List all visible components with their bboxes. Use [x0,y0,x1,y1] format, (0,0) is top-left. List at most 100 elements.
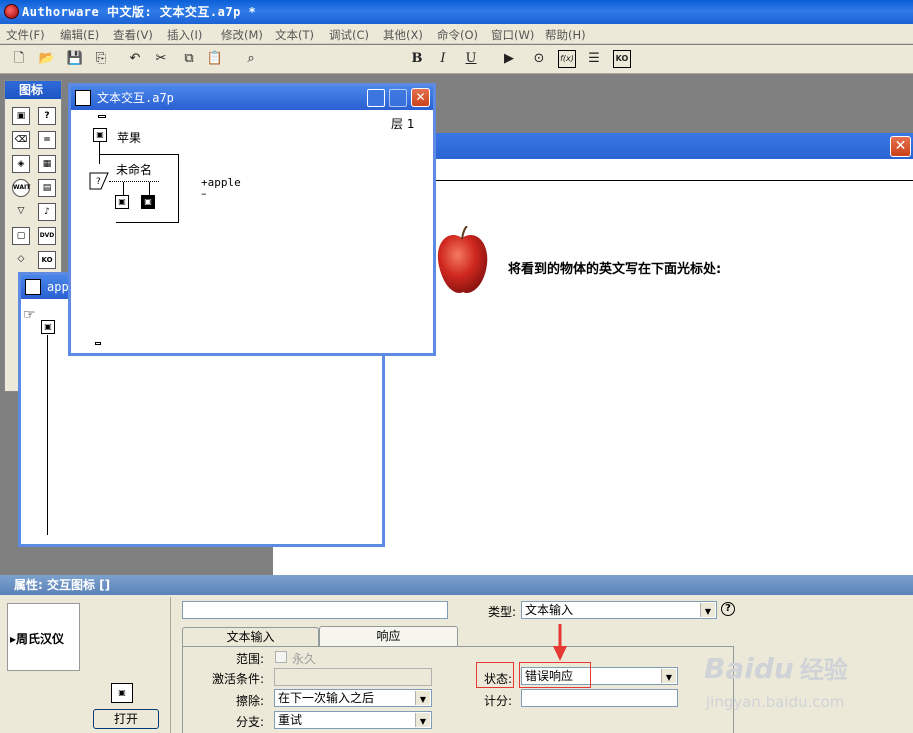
toolbar: 🗋 📂 💾 ⎘ ↶ ✂ ⧉ 📋 ⌕ ▼ B I U ▶ ⊙ f(x) ☰ KO [0,45,913,114]
activate-field[interactable] [274,668,432,686]
tab-response[interactable]: 响应 [319,626,458,647]
framework-icon[interactable]: ▢ [12,227,30,245]
level-indicator: 层 1 [391,117,415,131]
chevron-down-icon: ▼ [415,713,430,727]
preview-text: ▸周氏汉仪 [10,632,65,646]
app-title: Authorware 中文版: 文本交互.a7p * [22,5,257,19]
menu-edit[interactable]: 编辑(E) [60,27,99,43]
response-map-selected-icon[interactable]: ▣ [141,195,155,209]
properties-title: 属性: 交互图标 [] [0,575,913,595]
response-text: apple [207,176,241,189]
functions-button[interactable]: f(x) [558,50,576,68]
display-node-icon[interactable]: ▣ [93,128,107,142]
save-all-icon[interactable]: 💾 [66,50,84,68]
cut-icon[interactable]: ✂ [152,50,170,68]
decision-icon[interactable]: ? [38,107,56,125]
erase-icon[interactable]: ⌫ [12,131,30,149]
red-arrow-annotation [553,624,567,662]
italic-button[interactable]: I [434,50,452,68]
maximize-button[interactable] [389,89,407,107]
menu-insert[interactable]: 插入(I) [167,27,202,43]
response-label: +apple [201,176,241,189]
flow-node-icon[interactable]: ▣ [41,320,55,334]
interaction-node-label: 未命名 [116,163,153,177]
menu-commands[interactable]: 命令(O) [437,27,478,43]
icon-name-field[interactable] [182,601,448,619]
panel-divider [170,597,171,733]
baidu-url: jingyan.baidu.com [706,693,845,711]
erase-select[interactable]: 在下一次输入之后 ▼ [274,689,432,707]
menu-modify[interactable]: 修改(M) [221,27,263,43]
status-label-highlight [476,662,514,688]
interaction-icon[interactable]: ▽ [12,203,30,221]
digital-movie-icon[interactable]: DVD [38,227,56,245]
flowline [99,142,100,164]
variables-icon[interactable]: ☰ [585,50,603,68]
scope-label: 范围: [235,652,264,666]
menu-text[interactable]: 文本(T) [275,27,314,43]
flowline [149,182,150,195]
knowledge-object-icon[interactable]: KO [38,251,56,269]
menu-window[interactable]: 窗口(W) [491,27,534,43]
underline-button[interactable]: U [462,50,480,68]
map-icon[interactable]: = [38,131,56,149]
flow-window[interactable]: 文本交互.a7p ✕ 层 1 ▣ 苹果 未命名 ? ▣ ▣ +apple – [68,83,436,356]
menu-other[interactable]: 其他(X) [383,27,423,43]
flowline [47,335,48,535]
score-field[interactable] [521,689,678,707]
movie-icon[interactable]: ▤ [38,179,56,197]
decision-diamond-icon[interactable]: ◇ [12,251,30,269]
branch-select[interactable]: 重试 ▼ [274,711,432,729]
flowline [123,182,124,195]
icon-preview: ▸周氏汉仪 [7,603,80,671]
flow-start-marker [98,115,106,118]
menu-view[interactable]: 查看(V) [113,27,153,43]
calc-icon[interactable]: ▦ [38,155,56,173]
map-window-icon [25,279,41,295]
help-icon[interactable]: ? [721,602,735,616]
menu-help[interactable]: 帮助(H) [545,27,586,43]
run-icon[interactable]: ▶ [500,50,518,68]
copy-icon[interactable]: ⧉ [180,50,198,68]
navigate-icon[interactable]: ◈ [12,155,30,173]
response-branch [109,181,159,182]
apple-image [436,225,488,296]
scope-checkbox[interactable] [275,651,287,663]
sound-icon[interactable]: ♪ [38,203,56,221]
type-label: 类型: [487,605,516,619]
bold-button[interactable]: B [408,50,426,68]
minimize-button[interactable] [367,89,385,107]
open-file-icon[interactable]: 📂 [38,50,56,68]
open-button[interactable]: 打开 [93,709,159,729]
type-value: 文本输入 [525,603,574,617]
undo-icon[interactable]: ↶ [126,50,144,68]
find-icon[interactable]: ⌕ [242,50,260,68]
scope-value: 永久 [292,652,317,666]
status-value-highlight [519,662,591,688]
flow-end-marker [95,342,101,345]
import-icon[interactable]: ⎘ [92,50,110,68]
wait-icon[interactable]: WAIT [12,179,30,197]
chevron-down-icon: ▼ [661,669,676,683]
display-icon[interactable]: ▣ [12,107,30,125]
menu-file[interactable]: 文件(F) [6,27,45,43]
erase-label: 擦除: [235,694,264,708]
presentation-close-button[interactable]: ✕ [890,136,911,157]
type-select[interactable]: 文本输入 ▼ [521,601,717,619]
interaction-preview-icon: ▣ [111,683,133,703]
map-window-icon [75,90,91,106]
paste-icon[interactable]: 📋 [206,50,224,68]
menu-debug[interactable]: 调试(C) [329,27,369,43]
knowledge-objects-button[interactable]: KO [613,50,631,68]
interaction-node-icon[interactable]: ? [89,172,109,190]
score-label: 计分: [483,694,512,708]
palette-title: 图标 [5,81,61,99]
loop-line [116,222,179,223]
tab-text-input[interactable]: 文本输入 [182,627,319,647]
response-map-icon[interactable]: ▣ [115,195,129,209]
chevron-down-icon: ▼ [700,603,715,617]
new-file-icon[interactable]: 🗋 [10,50,28,68]
authorware-logo-icon [4,4,19,19]
close-button[interactable]: ✕ [411,88,430,107]
control-panel-icon[interactable]: ⊙ [530,50,548,68]
